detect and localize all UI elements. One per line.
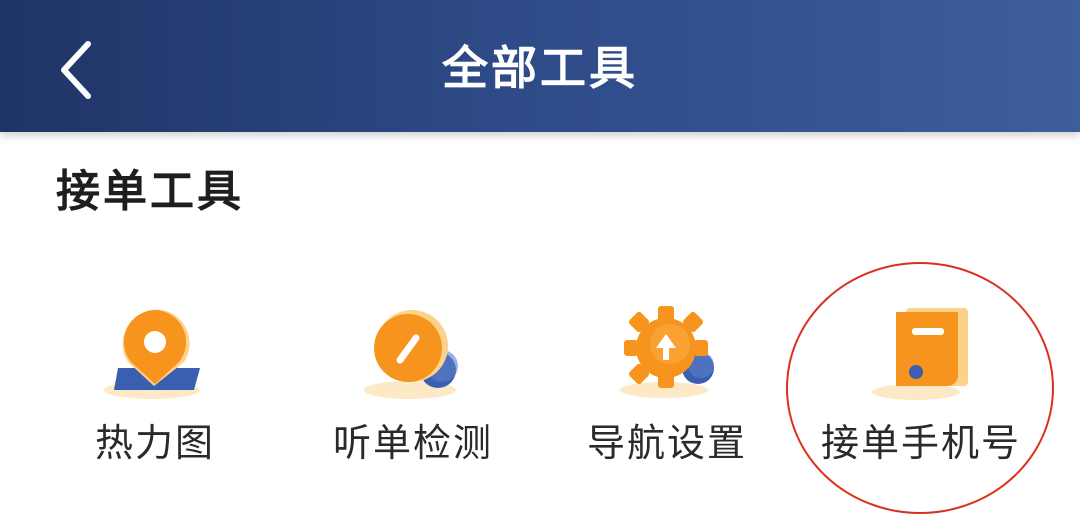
tool-label: 接单手机号: [820, 421, 1021, 465]
tool-heatmap[interactable]: 热力图: [40, 290, 270, 480]
tool-navigation-settings[interactable]: 导航设置: [552, 290, 782, 480]
app-header: 全部工具: [0, 0, 1080, 132]
page-title: 全部工具: [442, 41, 638, 95]
phone-card-icon: [866, 298, 976, 408]
heatmap-location-icon: [100, 298, 210, 408]
tool-order-phone[interactable]: 接单手机号: [806, 290, 1036, 480]
tool-label: 导航设置: [586, 421, 747, 465]
tool-label: 热力图: [94, 421, 215, 465]
tool-label: 听单检测: [332, 421, 493, 465]
tool-order-detection[interactable]: 听单检测: [298, 290, 528, 480]
gauge-icon: [358, 298, 468, 408]
section-title: 接单工具: [56, 166, 244, 217]
gear-arrow-icon: [612, 298, 722, 408]
